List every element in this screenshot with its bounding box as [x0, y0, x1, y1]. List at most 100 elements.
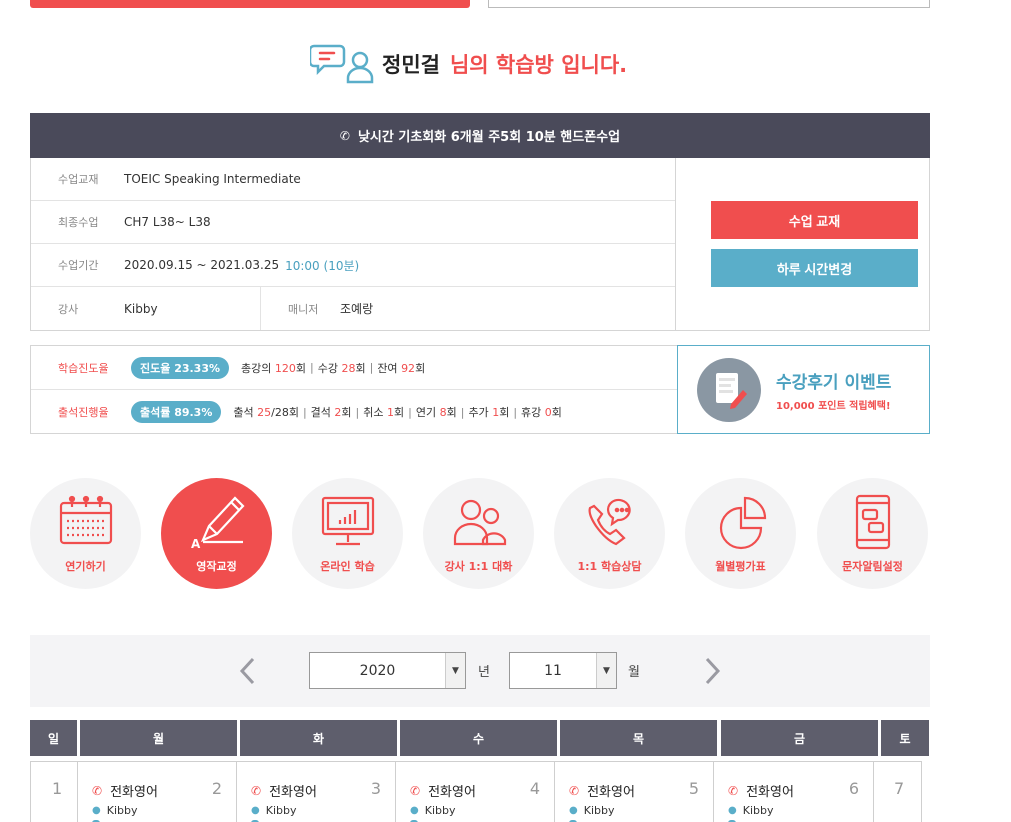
info-row-textbook: 수업교재 TOEIC Speaking Intermediate — [31, 158, 675, 201]
cal-day-cell[interactable]: 1 — [31, 762, 78, 822]
textbook-value: TOEIC Speaking Intermediate — [124, 172, 301, 186]
study-progress-badge: 진도율 23.33% — [131, 356, 230, 379]
day-number: 7 — [894, 779, 905, 798]
info-row-staff: 강사 Kibby 매니저 조예랑 — [31, 287, 675, 330]
pencil-icon: A — [191, 496, 245, 550]
study-left: 잔여 92회 — [377, 361, 426, 375]
event-title: 수강후기 이벤트 — [776, 372, 892, 393]
monitor-chart-icon — [321, 496, 374, 546]
holiday-count: 휴강 0회 — [521, 406, 562, 419]
cal-day-cell[interactable]: ✆ 전화영어 6 ● Kibby — [714, 762, 874, 822]
manager-label: 매니저 — [288, 302, 319, 316]
lesson-entry[interactable]: ✆ 전화영어 — [251, 781, 317, 801]
chevron-right-icon[interactable] — [702, 657, 722, 685]
cal-day-cell[interactable]: ✆ 전화영어 5 ● Kibby — [555, 762, 714, 822]
review-event-banner[interactable]: 수강후기 이벤트 10,000 포인트 적립혜택! — [677, 345, 930, 434]
cal-day-cell[interactable]: 7 — [874, 762, 921, 822]
day-number: 1 — [52, 779, 63, 798]
day-number: 5 — [688, 779, 699, 798]
info-rows: 수업교재 TOEIC Speaking Intermediate 최종수업 CH… — [31, 158, 676, 330]
greeting: 정민걸 님의 학습방 입니다. — [310, 42, 627, 86]
day-number: 4 — [529, 779, 540, 798]
lesson-teacher: ● Kibby — [569, 804, 615, 817]
month-value: 11 — [544, 662, 562, 679]
month-unit: 월 — [628, 665, 640, 680]
cancel-count: 취소 1회 — [363, 406, 405, 419]
person-icon: ● — [410, 805, 419, 816]
menu-consultation[interactable]: 1:1 학습상담 — [554, 478, 665, 589]
phone-icon: ✆ — [251, 783, 262, 798]
extra-count: 추가 1회 — [468, 406, 510, 419]
study-total: 총강의 120회 — [241, 361, 306, 375]
document-pencil-icon — [697, 357, 761, 422]
teacher-cell: 강사 Kibby — [31, 287, 261, 330]
lesson-entry[interactable]: ✆ 전화영어 — [569, 781, 635, 801]
lesson-teacher: ● Kibby — [410, 804, 456, 817]
day-number: 6 — [848, 779, 859, 798]
attendance-row: 출석진행율 출석률 89.3% 출석 25/28회 | 결석 2회 | 취소 1… — [31, 390, 677, 434]
menu-monthly-evaluation[interactable]: 월별평가표 — [685, 478, 796, 589]
study-progress-row: 학습진도율 진도율 23.33% 총강의 120회 | 수강 28회 | 잔여 … — [31, 346, 677, 390]
chevron-left-icon[interactable] — [238, 657, 258, 685]
phone-icon: ✆ — [92, 783, 103, 798]
lesson-entry[interactable]: ✆ 전화영어 — [410, 781, 476, 801]
cal-head-fri: 금 — [721, 720, 878, 756]
svg-text:A: A — [191, 537, 201, 550]
attendance-badge: 출석률 89.3% — [131, 401, 222, 423]
person-icon: ● — [569, 805, 578, 816]
lesson-entry[interactable]: ✆ 전화영어 — [728, 781, 794, 801]
phone-chat-icon — [588, 498, 631, 546]
top-outline-bar[interactable] — [488, 0, 930, 8]
study-progress-label: 학습진도율 — [58, 361, 109, 375]
manager-value: 조예랑 — [340, 302, 374, 316]
phone-icon: ✆ — [569, 783, 580, 798]
cal-head-wed: 수 — [400, 720, 557, 756]
person-icon: ● — [728, 805, 737, 816]
menu-label: 연기하기 — [65, 560, 106, 573]
attendance-label: 출석진행율 — [58, 406, 109, 419]
textbook-button[interactable]: 수업 교재 — [711, 201, 918, 239]
menu-writing-correction[interactable]: A 영작교정 — [161, 478, 272, 589]
date-selector-bar: 2020 ▼ 년 11 ▼ 월 — [30, 635, 930, 707]
menu-sms-settings[interactable]: 문자알림설정 — [817, 478, 928, 589]
progress-box: 학습진도율 진도율 23.33% 총강의 120회 | 수강 28회 | 잔여 … — [30, 345, 678, 434]
top-red-bar[interactable] — [30, 0, 470, 8]
course-title-bar: ✆ 낮시간 기초회화 6개월 주5회 10분 핸드폰수업 — [30, 113, 930, 158]
phone-icon: ✆ — [339, 128, 350, 143]
cal-day-cell[interactable]: ✆ 전화영어 4 ● Kibby — [396, 762, 555, 822]
event-subtitle: 10,000 포인트 적립혜택! — [776, 400, 891, 412]
person-icon: ● — [92, 805, 101, 816]
menu-label: 문자알림설정 — [842, 560, 903, 573]
phone-icon: ✆ — [410, 783, 421, 798]
cal-head-sun: 일 — [30, 720, 77, 756]
cal-day-cell[interactable]: ✆ 전화영어 2 ● Kibby — [78, 762, 237, 822]
year-select[interactable]: 2020 ▼ — [309, 652, 466, 689]
phone-icon: ✆ — [728, 783, 739, 798]
menu-label: 강사 1:1 대화 — [444, 560, 513, 573]
calendar-icon — [59, 495, 112, 545]
mobile-message-icon — [855, 494, 890, 550]
cal-head-sat: 토 — [881, 720, 929, 756]
textbook-label: 수업교재 — [58, 173, 99, 186]
person-icon: ● — [251, 805, 260, 816]
change-time-button[interactable]: 하루 시간변경 — [711, 249, 918, 287]
info-row-period: 수업기간 2020.09.15 ~ 2021.03.25 10:00 (10분) — [31, 244, 675, 287]
period-label: 수업기간 — [58, 259, 99, 272]
lesson-teacher: ● Kibby — [728, 804, 774, 817]
menu-postpone[interactable]: 연기하기 — [30, 478, 141, 589]
menu-online-study[interactable]: 온라인 학습 — [292, 478, 403, 589]
period-value: 2020.09.15 ~ 2021.03.25 — [124, 258, 280, 272]
cal-head-tue: 화 — [240, 720, 397, 756]
day-number: 2 — [211, 779, 222, 798]
calendar-week: 1 ✆ 전화영어 2 ● Kibby ✆ 전화영어 3 ● Kibby ✆ 전화영어 4 … — [30, 761, 922, 822]
cal-day-cell[interactable]: ✆ 전화영어 3 ● Kibby — [237, 762, 396, 822]
lesson-entry[interactable]: ✆ 전화영어 — [92, 781, 158, 801]
last-lesson-label: 최종수업 — [58, 216, 99, 229]
absent-count: 결석 2회 — [310, 406, 352, 419]
info-row-last-lesson: 최종수업 CH7 L38~ L38 — [31, 201, 675, 244]
month-select[interactable]: 11 ▼ — [509, 652, 617, 689]
menu-teacher-chat[interactable]: 강사 1:1 대화 — [423, 478, 534, 589]
postpone-count: 연기 8회 — [415, 406, 457, 419]
year-value: 2020 — [359, 662, 396, 679]
chat-user-icon — [310, 44, 374, 84]
